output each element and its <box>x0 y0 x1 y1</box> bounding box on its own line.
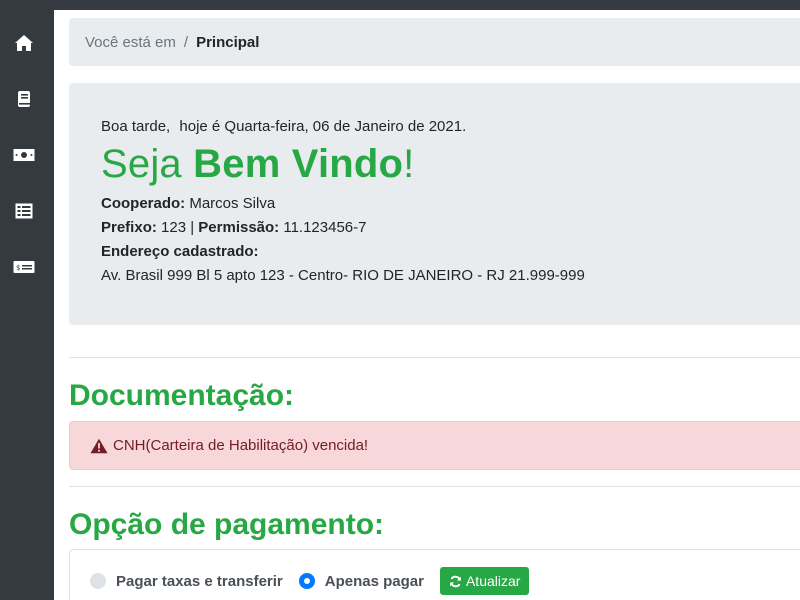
payment-options: Pagar taxas e transferir Apenas pagar At… <box>90 567 530 595</box>
prefixo-row: Prefixo: 123 | Permissão: 11.123456-7 <box>101 216 800 240</box>
prefixo-value: 123 | <box>156 219 199 236</box>
svg-text:$: $ <box>16 264 20 272</box>
welcome-title: Seja Bem Vindo! <box>101 140 800 188</box>
endereco-value: Av. Brasil 999 Bl 5 apto 123 - Centro- R… <box>101 267 585 284</box>
cooperado-label: Cooperado: <box>101 195 186 212</box>
welcome-title-light: Seja <box>101 142 194 186</box>
date-text: hoje é Quarta-feira, 06 de Janeiro de 20… <box>179 118 467 135</box>
update-button[interactable]: Atualizar <box>439 567 530 595</box>
prefixo-label: Prefixo: <box>101 219 157 236</box>
greeting-line: Boa tarde, hoje é Quarta-feira, 06 de Ja… <box>101 117 800 137</box>
list-icon[interactable] <box>13 200 35 222</box>
breadcrumb-prefix: Você está em <box>85 33 176 51</box>
option-pay-only-label: Apenas pagar <box>324 572 424 590</box>
member-info: Cooperado: Marcos Silva Prefixo: 123 | P… <box>101 192 800 288</box>
documentation-heading: Documentação: <box>69 379 295 412</box>
book-icon[interactable] <box>13 88 35 110</box>
endereco-label: Endereço cadastrado: <box>101 243 259 260</box>
welcome-panel: Boa tarde, hoje é Quarta-feira, 06 de Ja… <box>69 83 800 325</box>
money-check-icon[interactable]: $ <box>13 256 35 278</box>
payment-heading: Opção de pagamento: <box>69 508 385 541</box>
option-pay-and-transfer[interactable]: Pagar taxas e transferir <box>90 573 283 590</box>
sidebar: $ <box>0 0 54 600</box>
cooperado-row: Cooperado: Marcos Silva <box>101 192 800 216</box>
breadcrumb: Você está em / Principal <box>69 18 800 66</box>
home-icon[interactable] <box>13 32 35 54</box>
endereco-label-row: Endereço cadastrado: <box>101 240 800 264</box>
divider <box>69 486 800 487</box>
top-bar <box>0 0 800 10</box>
license-expired-alert: CNH(Carteira de Habilitação) vencida! <box>69 421 800 470</box>
radio-pay-only[interactable] <box>298 573 315 589</box>
refresh-icon <box>449 575 462 588</box>
payment-options-card: Pagar taxas e transferir Apenas pagar At… <box>69 549 800 600</box>
update-button-label: Atualizar <box>465 573 521 589</box>
main-content: Você está em / Principal Boa tarde, hoje… <box>54 10 800 600</box>
breadcrumb-separator: / <box>183 33 189 51</box>
radio-pay-and-transfer[interactable] <box>90 573 106 589</box>
divider <box>69 357 800 358</box>
cooperado-value: Marcos Silva <box>185 195 276 212</box>
option-pay-only[interactable]: Apenas pagar <box>298 572 424 590</box>
alert-text: CNH(Carteira de Habilitação) vencida! <box>113 437 369 454</box>
warning-icon <box>90 438 108 454</box>
breadcrumb-current: Principal <box>196 33 260 51</box>
money-bill-icon[interactable] <box>13 144 35 166</box>
greeting-text: Boa tarde, <box>101 118 171 135</box>
permissao-value: 11.123456-7 <box>279 219 367 236</box>
permissao-label: Permissão: <box>198 219 280 236</box>
welcome-title-end: ! <box>403 142 415 186</box>
option-pay-and-transfer-label: Pagar taxas e transferir <box>116 572 283 590</box>
welcome-title-bold: Bem Vindo <box>193 142 404 186</box>
